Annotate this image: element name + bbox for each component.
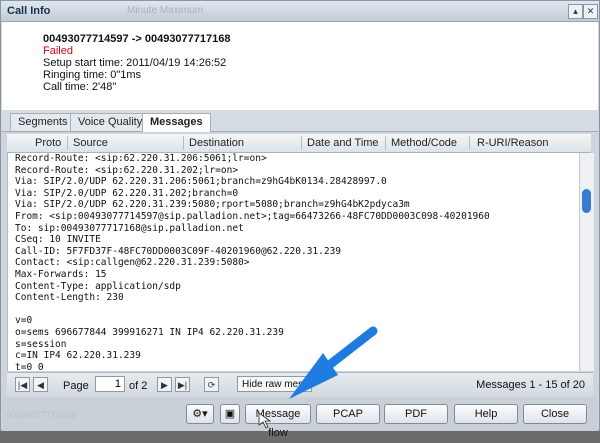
column-destination[interactable]: Destination: [189, 137, 244, 149]
tab-strip: Segments Voice Quality Messages: [2, 110, 598, 132]
collapse-icon[interactable]: ▴: [568, 4, 583, 19]
message-line: Call-ID: 5F7FD37F-48FC70DD0003C09F-40201…: [15, 245, 342, 257]
refresh-icon[interactable]: ⟳: [204, 377, 219, 392]
action-bar: 00493077712453 ⚙▾ ▣ Message flow PCAP PD…: [2, 397, 598, 439]
page-label: Page: [63, 380, 89, 392]
message-line: Record-Route: <sip:62.220.31.206:5061;lr…: [15, 153, 267, 164]
message-line: Via: SIP/2.0/UDP 62.220.31.206:5061;bran…: [15, 176, 387, 188]
message-line: Content-Length: 230: [15, 292, 124, 304]
close-icon[interactable]: ✕: [583, 4, 598, 19]
raw-message-content[interactable]: Record-Route: <sip:62.220.31.206:5061;lr…: [7, 153, 580, 371]
hide-raw-messages-button[interactable]: Hide raw messages: [237, 376, 312, 392]
message-count: Messages 1 - 15 of 20: [476, 379, 585, 391]
message-line: Max-Forwards: 15: [15, 268, 107, 280]
title-bar[interactable]: Call Info Minute Maximum ▴ ✕: [1, 1, 599, 22]
tab-segments[interactable]: Segments: [10, 113, 76, 131]
pagination-toolbar: |◀ ◀ Page of 2 ▶ ▶| ⟳ Hide raw messages …: [7, 372, 593, 397]
message-line: Via: SIP/2.0/UDP 62.220.31.239:5080;rpor…: [15, 199, 410, 211]
message-line: CSeq: 10 INVITE: [15, 234, 101, 246]
message-line: v=0: [15, 315, 33, 327]
message-line: s=session: [15, 338, 67, 350]
tab-voice-quality[interactable]: Voice Quality: [70, 113, 151, 131]
scrollbar-thumb[interactable]: [582, 189, 591, 213]
previous-page-icon[interactable]: ◀: [33, 377, 48, 392]
page-count-label: of 2: [129, 380, 148, 392]
column-source[interactable]: Source: [73, 137, 108, 149]
message-line: From: <sip:00493077714597@sip.palladion.…: [15, 210, 490, 222]
message-line: Record-Route: <sip:62.220.31.202;lr=on>: [15, 164, 239, 176]
message-line: Via: SIP/2.0/UDP 62.220.31.202;branch=0: [15, 187, 239, 199]
tab-messages[interactable]: Messages: [142, 113, 211, 132]
help-button[interactable]: Help: [454, 404, 518, 424]
call-summary: 00493077714597 -> 00493077717168 Failed …: [2, 22, 598, 110]
close-button[interactable]: Close: [523, 404, 587, 424]
column-proto[interactable]: Proto: [35, 137, 61, 149]
message-line: o=sems 696677844 399916271 IN IP4 62.220…: [15, 326, 284, 338]
next-page-icon[interactable]: ▶: [157, 377, 172, 392]
message-line: To: sip:00493077717168@sip.palladion.net: [15, 222, 244, 234]
first-page-icon[interactable]: |◀: [15, 377, 30, 392]
page-number-input[interactable]: [95, 376, 125, 392]
call-status: Failed: [43, 45, 73, 57]
pcap-button[interactable]: PCAP: [316, 404, 380, 424]
column-method-code[interactable]: Method/Code: [391, 137, 457, 149]
background-row: 00493077712453: [6, 410, 77, 420]
save-icon[interactable]: ▣: [220, 404, 240, 424]
background-window-title: Minute Maximum: [127, 5, 204, 16]
message-line: c=IN IP4 62.220.31.239: [15, 350, 141, 362]
call-info-window: Call Info Minute Maximum ▴ ✕ 00493077714…: [0, 0, 600, 439]
call-parties: 00493077714597 -> 00493077717168: [43, 33, 231, 45]
message-line: [8, 304, 580, 316]
column-r-uri-reason[interactable]: R-URI/Reason: [477, 137, 549, 149]
call-time: Call time: 2'48": [43, 81, 117, 93]
window-title: Call Info: [7, 5, 51, 17]
setup-start-time: Setup start time: 2011/04/19 14:26:52: [43, 57, 227, 69]
message-line: Contact: <sip:callgen@62.220.31.239:5080…: [15, 257, 250, 269]
message-line: Content-Type: application/sdp: [15, 280, 181, 292]
ringing-time: Ringing time: 0"1ms: [43, 69, 142, 81]
settings-gear-icon[interactable]: ⚙▾: [186, 404, 214, 424]
last-page-icon[interactable]: ▶|: [175, 377, 190, 392]
message-flow-button[interactable]: Message flow: [245, 404, 311, 439]
message-line: t=0 0: [15, 361, 44, 371]
messages-column-header: Proto Source Destination Date and Time M…: [7, 134, 591, 153]
column-date-time[interactable]: Date and Time: [307, 137, 379, 149]
pdf-button[interactable]: PDF: [384, 404, 448, 424]
vertical-scrollbar[interactable]: [579, 153, 594, 371]
